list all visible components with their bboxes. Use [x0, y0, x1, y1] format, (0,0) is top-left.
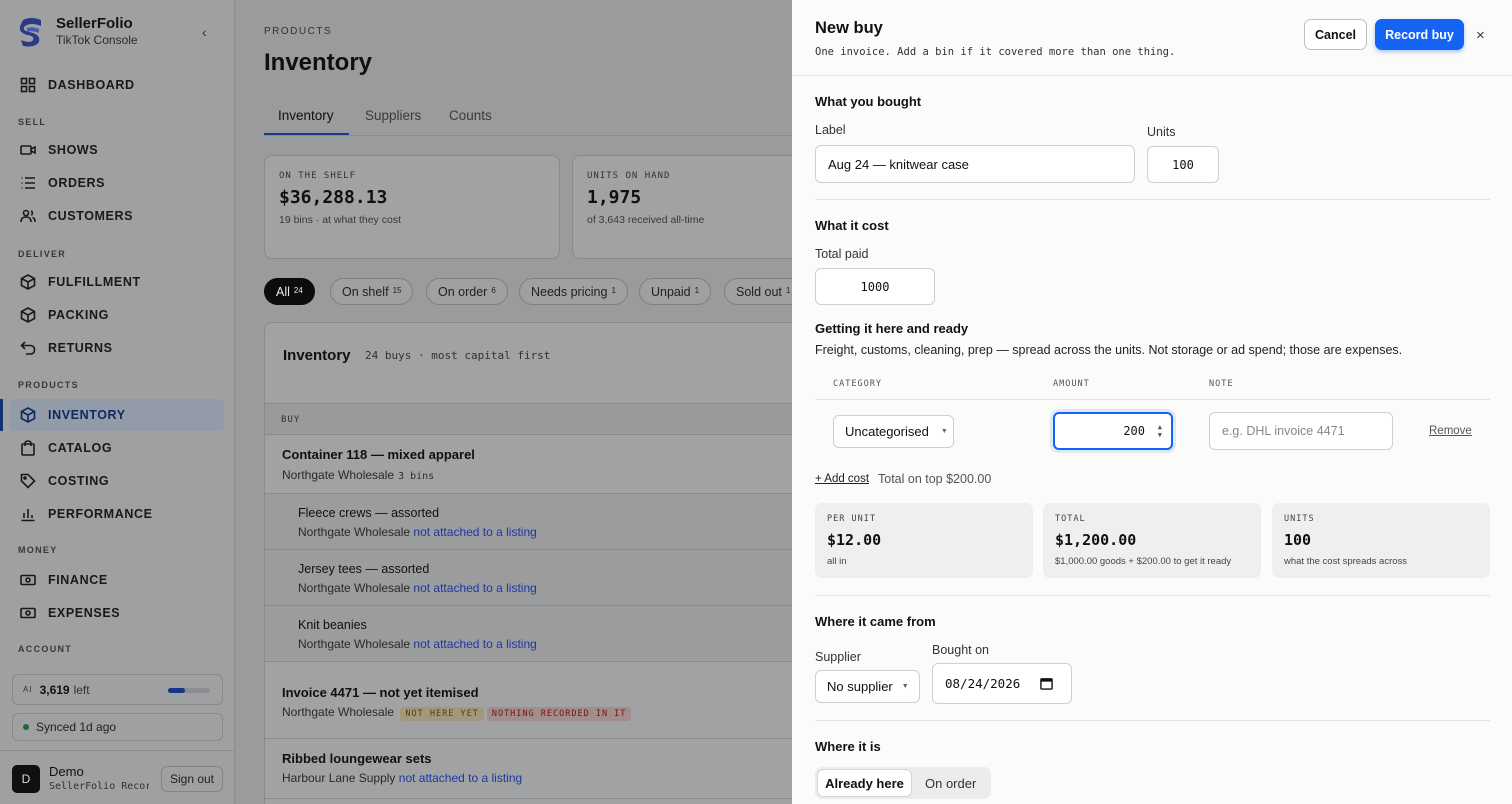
- on-order-option[interactable]: On order: [925, 776, 976, 791]
- card-subtext: all in: [827, 556, 847, 567]
- divider: [815, 199, 1490, 200]
- add-cost-button[interactable]: + Add cost: [815, 473, 869, 485]
- remove-cost-button[interactable]: Remove: [1429, 425, 1472, 437]
- date-value: 08/24/2026: [945, 676, 1021, 691]
- divider: [815, 399, 1490, 400]
- column-header-note: NOTE: [1209, 379, 1234, 389]
- drawer-title: New buy: [815, 19, 883, 37]
- divider: [815, 595, 1490, 596]
- column-header-category: CATEGORY: [833, 379, 882, 389]
- card-value: $12.00: [827, 531, 882, 549]
- close-icon[interactable]: ×: [1476, 27, 1485, 44]
- chevron-down-icon: ▼: [901, 683, 909, 690]
- summary-card-units: UNITS 100 what the cost spreads across: [1272, 503, 1490, 578]
- modal-backdrop[interactable]: [0, 0, 792, 804]
- card-label: TOTAL: [1055, 514, 1086, 524]
- cancel-button[interactable]: Cancel: [1304, 19, 1367, 50]
- new-buy-drawer: New buy One invoice. Add a bin if it cov…: [792, 0, 1512, 804]
- chevron-down-icon: ▼: [940, 428, 948, 435]
- total-on-top: Total on top $200.00: [878, 472, 992, 486]
- summary-card-per-unit: PER UNIT $12.00 all in: [815, 503, 1033, 578]
- bought-on-label: Bought on: [932, 643, 989, 657]
- card-label: PER UNIT: [827, 514, 876, 524]
- summary-card-total: TOTAL $1,200.00 $1,000.00 goods + $200.0…: [1043, 503, 1261, 578]
- section-where-from: Where it came from: [815, 614, 936, 629]
- divider: [792, 75, 1512, 76]
- bought-on-date-input[interactable]: 08/24/2026: [932, 663, 1072, 704]
- section-what-it-cost: What it cost: [815, 218, 889, 233]
- label-input[interactable]: Aug 24 — knitwear case: [815, 145, 1135, 183]
- amount-value: 200: [1123, 424, 1145, 438]
- category-select[interactable]: Uncategorised ▼: [833, 415, 954, 448]
- stepper-icon[interactable]: ▲ ▼: [1158, 423, 1162, 439]
- already-here-option[interactable]: Already here: [817, 769, 912, 797]
- supplier-select[interactable]: No supplier ▼: [815, 670, 920, 703]
- section-getting-ready: Getting it here and ready: [815, 321, 969, 336]
- calendar-icon[interactable]: [1040, 677, 1054, 690]
- location-toggle: Already here On order: [815, 767, 991, 799]
- total-paid-label: Total paid: [815, 247, 869, 261]
- card-subtext: what the cost spreads across: [1284, 556, 1408, 567]
- units-field-label: Units: [1147, 125, 1176, 139]
- amount-input[interactable]: 200 ▲ ▼: [1053, 412, 1173, 450]
- divider: [815, 720, 1490, 721]
- drawer-subtitle: One invoice. Add a bin if it covered mor…: [815, 46, 1176, 58]
- card-value: $1,200.00: [1055, 531, 1137, 549]
- section-description: Freight, customs, cleaning, prep — sprea…: [815, 343, 1403, 357]
- card-label: UNITS: [1284, 514, 1315, 524]
- column-header-amount: AMOUNT: [1053, 379, 1090, 389]
- label-field-label: Label: [815, 123, 846, 137]
- units-input[interactable]: 100: [1147, 146, 1219, 183]
- category-value: Uncategorised: [845, 424, 929, 439]
- total-paid-input[interactable]: 1000: [815, 268, 935, 305]
- record-buy-button[interactable]: Record buy: [1375, 19, 1464, 50]
- supplier-label: Supplier: [815, 650, 861, 664]
- section-what-you-bought: What you bought: [815, 94, 922, 109]
- supplier-value: No supplier: [827, 679, 893, 694]
- section-where-it-is: Where it is: [815, 739, 881, 754]
- card-subtext: $1,000.00 goods + $200.00 to get it read…: [1055, 556, 1232, 567]
- note-input[interactable]: e.g. DHL invoice 4471: [1209, 412, 1393, 450]
- card-value: 100: [1284, 531, 1312, 549]
